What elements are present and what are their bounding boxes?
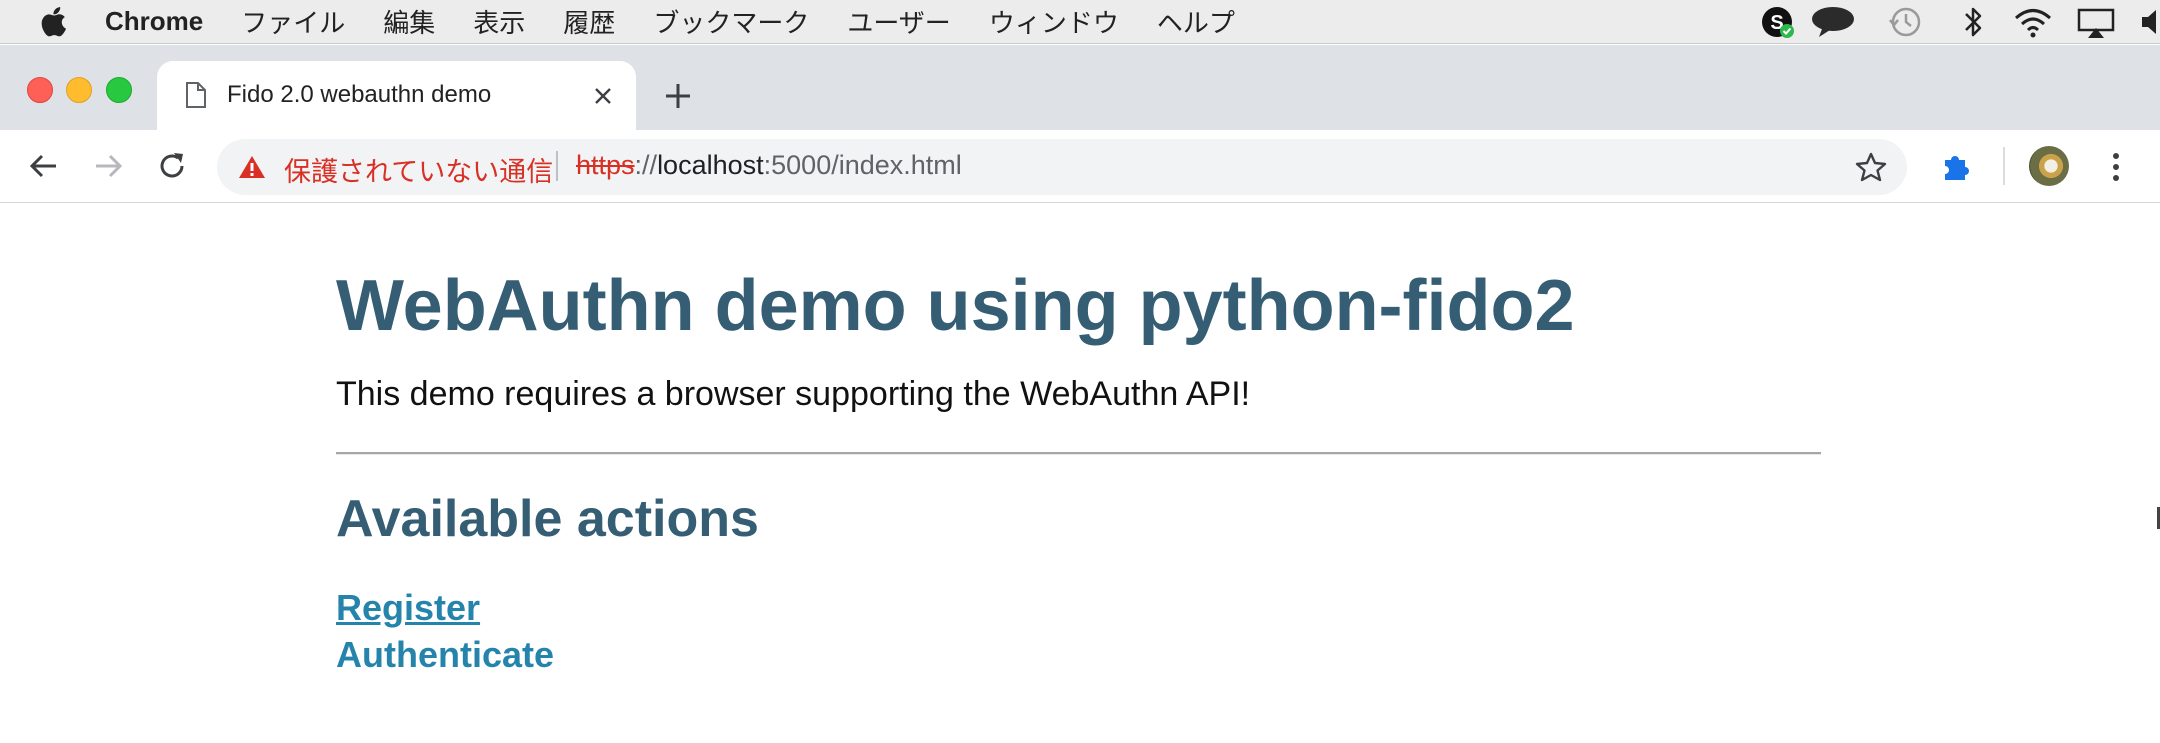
skype-icon[interactable]: S	[1760, 0, 1796, 44]
menu-view[interactable]: 表示	[473, 3, 525, 40]
document-icon	[186, 82, 206, 108]
actions-list: Register Authenticate	[336, 584, 554, 678]
url-text[interactable]: https://localhost:5000/index.html	[576, 150, 962, 181]
url-separator: ://	[634, 150, 658, 180]
tab-title: Fido 2.0 webauthn demo	[227, 81, 492, 108]
omnibox-divider	[556, 151, 558, 181]
menu-edit[interactable]: 編集	[383, 3, 435, 40]
register-link[interactable]: Register	[336, 584, 554, 631]
toolbar-separator	[2003, 147, 2005, 185]
chat-bubble-icon[interactable]	[1810, 0, 1856, 44]
menu-people[interactable]: ユーザー	[847, 3, 950, 40]
horizontal-rule	[336, 452, 1821, 455]
profile-avatar[interactable]	[2029, 146, 2069, 186]
page-title: WebAuthn demo using python-fido2	[336, 266, 1575, 346]
intro-text: This demo requires a browser supporting …	[336, 375, 1251, 413]
screen: Chrome ファイル 編集 表示 履歴 ブックマーク ユーザー ウィンドウ ヘ…	[0, 0, 2160, 743]
close-tab-icon[interactable]	[593, 86, 613, 106]
puzzle-icon[interactable]	[1939, 150, 1973, 184]
section-title: Available actions	[336, 490, 759, 548]
forward-arrow-icon[interactable]	[92, 151, 124, 181]
bookmark-star-icon[interactable]	[1855, 152, 1887, 182]
kebab-menu-icon[interactable]	[2104, 150, 2128, 184]
url-path: :5000/index.html	[763, 150, 962, 180]
menu-help[interactable]: ヘルプ	[1157, 3, 1235, 40]
zoom-window-button[interactable]	[106, 77, 132, 103]
menu-app-name[interactable]: Chrome	[105, 6, 203, 37]
volume-icon[interactable]	[2140, 0, 2160, 44]
new-tab-icon[interactable]	[662, 80, 694, 112]
not-secure-label[interactable]: 保護されていない通信	[284, 150, 553, 189]
wifi-icon[interactable]	[2012, 0, 2054, 44]
minimize-window-button[interactable]	[66, 77, 92, 103]
time-machine-icon[interactable]	[1887, 0, 1923, 44]
tab-active[interactable]: Fido 2.0 webauthn demo	[157, 61, 636, 131]
bluetooth-icon[interactable]	[1961, 0, 1987, 44]
menu-file[interactable]: ファイル	[241, 3, 345, 40]
url-scheme: https	[576, 150, 635, 180]
close-window-button[interactable]	[27, 77, 53, 103]
apple-logo-icon[interactable]	[41, 6, 69, 37]
menu-history[interactable]: 履歴	[563, 3, 615, 40]
url-host: localhost	[657, 150, 764, 180]
back-arrow-icon[interactable]	[28, 151, 60, 181]
macos-menu-bar: Chrome ファイル 編集 表示 履歴 ブックマーク ユーザー ウィンドウ ヘ…	[0, 0, 2160, 44]
menu-window[interactable]: ウィンドウ	[989, 3, 1119, 40]
menu-bookmarks[interactable]: ブックマーク	[653, 3, 809, 40]
warning-triangle-icon[interactable]	[238, 154, 266, 180]
reload-icon[interactable]	[156, 150, 188, 182]
authenticate-link[interactable]: Authenticate	[336, 631, 554, 678]
airplay-icon[interactable]	[2076, 0, 2116, 44]
